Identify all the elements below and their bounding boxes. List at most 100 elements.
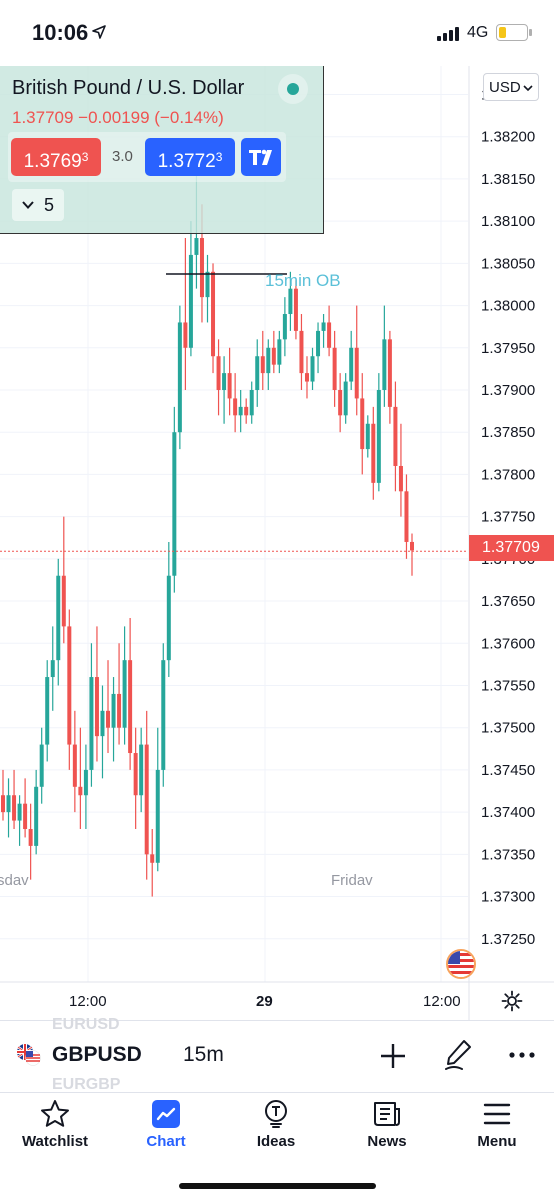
candle — [260, 330, 265, 390]
network-type: 4G — [467, 24, 489, 41]
day-label: Fridav — [331, 872, 373, 889]
candle — [50, 626, 55, 711]
candle — [255, 339, 260, 407]
interval-count-toggle[interactable]: 5 — [12, 189, 64, 221]
candle — [12, 769, 17, 830]
hamburger-icon — [483, 1103, 511, 1125]
tab-label: Chart — [146, 1133, 186, 1150]
symbol-name[interactable]: GBPUSD — [52, 1043, 142, 1067]
candle — [310, 347, 315, 390]
price-tick-label: 1.37950 — [481, 340, 535, 357]
time-axis-label: 29 — [256, 993, 273, 1010]
add-plus-icon[interactable] — [380, 1043, 406, 1069]
previous-symbol[interactable]: EURUSD — [52, 1016, 120, 1034]
price-tick-label: 1.37900 — [481, 382, 535, 399]
tab-news[interactable]: News — [332, 1093, 442, 1173]
candle — [338, 373, 343, 433]
instrument-title: British Pound / U.S. Dollar — [12, 77, 245, 99]
candle — [177, 305, 182, 450]
candle — [277, 330, 282, 374]
candle — [404, 474, 409, 559]
candle — [23, 778, 28, 838]
candle — [161, 643, 166, 787]
interval-count: 5 — [44, 195, 55, 215]
tradingview-logo-button[interactable] — [241, 138, 281, 176]
drawing-tools-pen-icon[interactable] — [444, 1039, 472, 1071]
candle — [17, 795, 22, 846]
sell-button[interactable]: 1.37693 — [11, 138, 101, 176]
candle — [45, 660, 50, 762]
buy-price: 1.3772 — [157, 151, 216, 172]
candle — [122, 626, 127, 745]
tab-watchlist[interactable]: Watchlist — [0, 1093, 110, 1173]
candle — [376, 373, 381, 492]
price-tick-label: 1.37500 — [481, 720, 535, 737]
candle — [106, 660, 111, 754]
candle — [94, 626, 99, 762]
home-indicator — [179, 1183, 376, 1189]
candle — [83, 744, 88, 830]
candle — [111, 677, 116, 762]
candle — [327, 305, 332, 357]
more-options-icon[interactable] — [509, 1052, 535, 1058]
battery-icon — [496, 24, 532, 41]
candle — [349, 330, 354, 390]
candle — [249, 381, 254, 424]
spread-value: 3.0 — [112, 148, 133, 165]
economic-event-flag-icon[interactable] — [446, 949, 476, 979]
currency-select[interactable]: USD — [483, 73, 539, 101]
tab-menu[interactable]: Menu — [442, 1093, 552, 1173]
symbol-bar: EURUSD GBPUSD 15m EURGBP — [0, 1016, 554, 1093]
day-label: sdav — [0, 872, 29, 889]
candle — [67, 609, 72, 770]
candle — [354, 305, 359, 416]
candle — [382, 305, 387, 407]
chevron-down-icon — [22, 201, 34, 209]
candle — [72, 710, 77, 813]
candle — [100, 685, 105, 779]
gbpusd-flag-icon — [17, 1044, 41, 1066]
time-axis[interactable]: 12:00 29 12:00 — [0, 982, 470, 1020]
candle — [271, 330, 276, 374]
candle — [128, 617, 133, 770]
price-tick-label: 1.37250 — [481, 931, 535, 948]
tab-ideas[interactable]: Ideas — [221, 1093, 331, 1173]
status-time: 10:06 — [32, 20, 89, 45]
tab-label: Ideas — [256, 1133, 296, 1150]
price-tick-label: 1.37550 — [481, 677, 535, 694]
chart-settings-gear-icon[interactable] — [501, 990, 523, 1012]
candle — [316, 322, 321, 374]
star-icon — [41, 1100, 69, 1127]
order-block-label[interactable]: 15min OB — [265, 271, 341, 290]
candle — [166, 541, 171, 678]
price-tick-label: 1.37850 — [481, 424, 535, 441]
price-tick-label: 1.38150 — [481, 171, 535, 188]
buy-button[interactable]: 1.37723 — [145, 138, 235, 176]
candle — [56, 558, 61, 686]
candle — [89, 643, 94, 787]
candle — [188, 221, 193, 357]
candle — [410, 533, 414, 576]
price-tick-label: 1.37400 — [481, 804, 535, 821]
lightbulb-icon — [265, 1100, 287, 1128]
candle — [244, 398, 249, 424]
candle — [398, 423, 403, 517]
candle — [299, 314, 304, 390]
symbol-info-panel: British Pound / U.S. Dollar 1.37709 −0.0… — [0, 66, 324, 234]
market-status-button[interactable] — [278, 74, 308, 104]
candle — [360, 373, 365, 475]
candle — [34, 769, 39, 855]
candle — [28, 803, 33, 880]
price-tick-label: 1.38200 — [481, 129, 535, 146]
candle — [39, 727, 44, 804]
candle — [321, 314, 326, 348]
candle — [78, 727, 83, 830]
chart-icon — [152, 1100, 180, 1128]
tab-chart[interactable]: Chart — [111, 1093, 221, 1173]
candle — [139, 727, 144, 813]
time-axis-label: 12:00 — [423, 993, 461, 1010]
tab-label: News — [367, 1133, 407, 1150]
timeframe-selector[interactable]: 15m — [183, 1043, 224, 1067]
status-bar: 10:06 4G — [0, 0, 554, 66]
market-open-dot-icon — [287, 83, 299, 95]
